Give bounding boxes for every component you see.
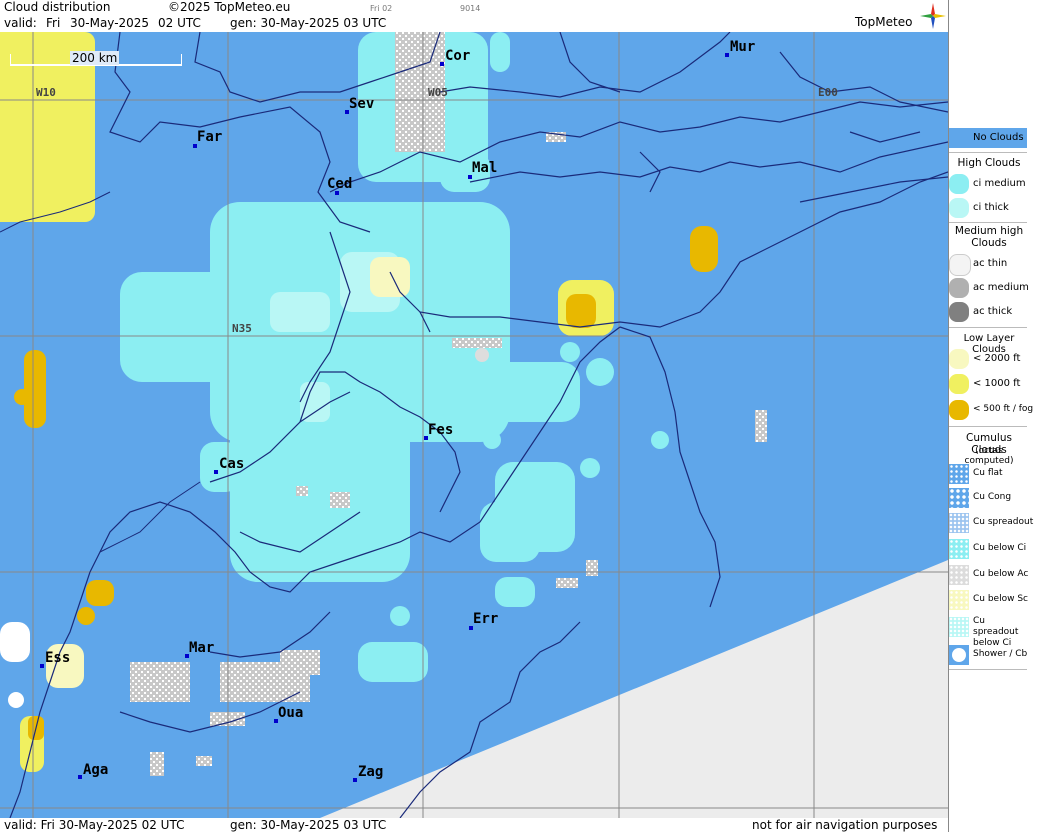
legend-cu-spread-ci-label: Cu spreadout below Ci: [973, 616, 1019, 648]
city-mar[interactable]: Mar: [189, 640, 214, 656]
cu-below-ac-swatch: [949, 565, 969, 585]
legend-cu-below-ci-label: Cu below Ci: [973, 543, 1027, 553]
cloud-map[interactable]: 200 km W10 W05 E00 N35 Cor Mur Sev Far M…: [0, 32, 948, 818]
city-dot: [725, 53, 729, 57]
city-mur[interactable]: Mur: [730, 39, 755, 55]
valid-time: 02 UTC: [158, 16, 201, 30]
generated-label: gen: 30-May-2025 03 UTC: [230, 16, 387, 30]
city-err[interactable]: Err: [473, 611, 498, 627]
cu-below-sc-swatch: [949, 590, 969, 610]
city-dot: [214, 470, 218, 474]
city-dot: [440, 62, 444, 66]
small-day: Fri 02: [370, 4, 393, 13]
legend-cu-cong-label: Cu Cong: [973, 492, 1012, 502]
city-ess[interactable]: Ess: [45, 650, 70, 666]
grid-label-n35: N35: [232, 322, 252, 335]
map-canvas: [0, 32, 948, 818]
city-sev[interactable]: Sev: [349, 96, 374, 112]
city-aga[interactable]: Aga: [83, 762, 108, 778]
low-1000-swatch: [949, 374, 969, 394]
legend-medium-heading: Medium high Clouds: [954, 225, 1024, 249]
cu-cong-swatch: [949, 488, 969, 508]
low-2000-swatch: [949, 349, 969, 369]
grid-label-w05: W05: [428, 86, 448, 99]
topmeteo-logo-text: TopMeteo: [855, 15, 913, 29]
legend-ci-medium-label: ci medium: [973, 178, 1026, 189]
shower-swatch: [949, 645, 969, 665]
ac-thick-swatch: [949, 302, 969, 322]
legend-cu-subheading: (octas computed): [964, 446, 1014, 466]
cu-spread-swatch: [949, 513, 969, 533]
low-500-swatch: [949, 400, 969, 420]
valid-label: valid:: [4, 16, 37, 30]
footer-generated: gen: 30-May-2025 03 UTC: [230, 818, 387, 832]
legend-shower-label: Shower / Cb: [973, 649, 1028, 659]
city-far[interactable]: Far: [197, 129, 222, 145]
footer-bar: valid: Fri 30-May-2025 02 UTC gen: 30-Ma…: [0, 818, 948, 832]
legend-low-500-label: < 500 ft / fog: [973, 404, 1034, 414]
city-cor[interactable]: Cor: [445, 48, 470, 64]
legend-ci-thick-label: ci thick: [973, 202, 1009, 213]
small-code: 9014: [460, 4, 481, 13]
outside-area: [320, 560, 948, 818]
copyright: ©2025 TopMeteo.eu: [168, 0, 291, 14]
header-bar: Cloud distribution ©2025 TopMeteo.eu Fri…: [0, 0, 948, 32]
city-zag[interactable]: Zag: [358, 764, 383, 780]
cu-spread-ci-swatch: [949, 617, 969, 637]
legend-ac-thick-label: ac thick: [973, 306, 1013, 317]
cu-flat-swatch: [949, 464, 969, 484]
city-mal[interactable]: Mal: [472, 160, 497, 176]
compass-star-icon: [920, 3, 946, 29]
legend-cu-below-sc-label: Cu below Sc: [973, 594, 1028, 604]
ci-thick-swatch: [949, 198, 969, 218]
legend-cu-spread-label: Cu spreadout: [973, 517, 1034, 527]
legend-no-clouds-label: No Clouds: [973, 132, 1024, 143]
ci-medium-swatch: [949, 174, 969, 194]
scale-label: 200 km: [70, 51, 120, 65]
city-dot: [40, 664, 44, 668]
footer-valid: valid: Fri 30-May-2025 02 UTC: [4, 818, 185, 832]
legend-cu-below-ac-label: Cu below Ac: [973, 569, 1029, 579]
ac-thin-swatch: [949, 254, 971, 276]
legend-panel: No Clouds High Clouds ci medium ci thick…: [948, 0, 1039, 832]
cu-below-ci-swatch: [949, 539, 969, 559]
grid-label-e00: E00: [818, 86, 838, 99]
legend-low-1000-label: < 1000 ft: [973, 378, 1021, 389]
legend-ac-medium-label: ac medium: [973, 282, 1029, 293]
valid-date: 30-May-2025: [70, 16, 150, 30]
city-dot: [78, 775, 82, 779]
city-fes[interactable]: Fes: [428, 422, 453, 438]
map-title: Cloud distribution: [4, 0, 111, 14]
city-dot: [353, 778, 357, 782]
legend-cu-flat-label: Cu flat: [973, 468, 1003, 478]
valid-day: Fri: [46, 16, 61, 30]
city-cas[interactable]: Cas: [219, 456, 244, 472]
city-oua[interactable]: Oua: [278, 705, 303, 721]
ac-medium-swatch: [949, 278, 969, 298]
city-ced[interactable]: Ced: [327, 176, 352, 192]
legend-ac-thin-label: ac thin: [973, 258, 1008, 269]
grid-label-w10: W10: [36, 86, 56, 99]
legend-low-2000-label: < 2000 ft: [973, 353, 1021, 364]
legend-high-heading: High Clouds: [957, 157, 1021, 169]
footer-disclaimer: not for air navigation purposes: [752, 818, 938, 832]
